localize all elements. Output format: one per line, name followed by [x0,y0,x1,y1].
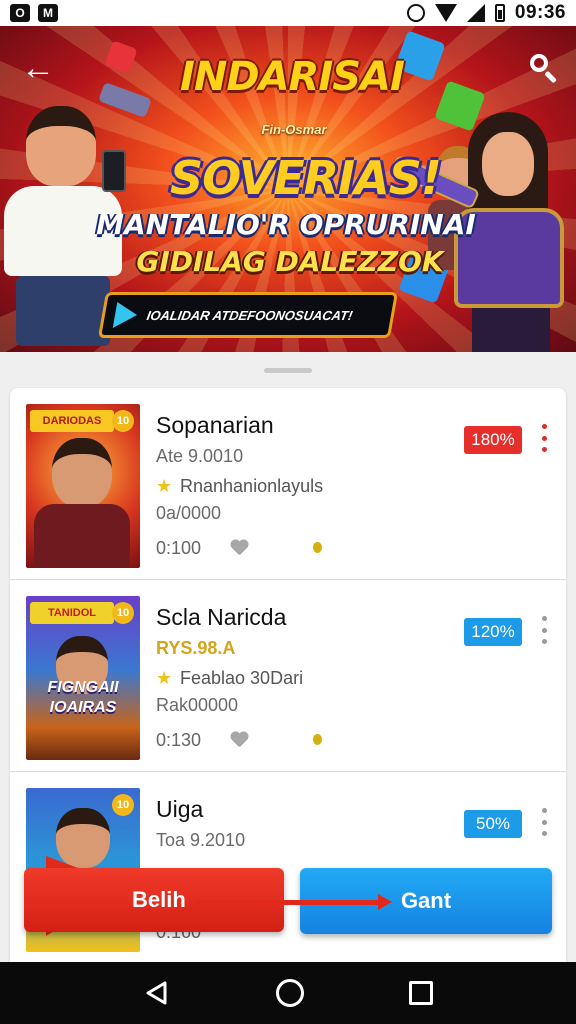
percent-badge: 50% [464,810,522,838]
banner-subheadline: GIDILAG DALEZZOK [136,245,444,278]
star-icon: ★ [156,476,173,496]
item-count: Rak00000 [156,695,239,715]
percent-badge: 120% [464,618,522,646]
thumbnail-tag: DARIODAS [30,410,114,432]
banner-cta-button[interactable]: IOALIDAR ATDEFOONOSUACAT! [97,292,399,338]
coin-icon [313,542,322,553]
thumbnail-tag: TANIDOL [30,602,114,624]
item-subtitle: Toa 9.2010 [156,830,246,850]
status-system-icons: 09:36 [406,2,566,24]
arrow-pointer [196,894,392,910]
item-title: Uiga [156,796,204,822]
heart-icon[interactable] [230,540,248,556]
game-thumbnail[interactable]: FIGNGAII IOAIRAS TANIDOL 10 [26,596,140,760]
thumbnail-badge: 10 [112,410,134,432]
coin-icon [313,734,322,745]
signal-icon [466,4,485,22]
promo-banner[interactable]: INDARISAI Fin-Osmar SOVERIAS! MANTALIO'R… [0,26,576,352]
more-options-icon[interactable] [542,616,548,644]
more-options-icon[interactable] [542,424,548,452]
item-time: 0:130 [156,730,202,750]
alarm-icon [406,4,425,22]
item-time: 0:100 [156,538,202,558]
item-subtitle: RYS.98.A [156,638,236,658]
thumbnail-badge: 10 [112,602,134,624]
heart-icon[interactable] [230,732,248,748]
nav-recents-icon[interactable] [409,981,434,1005]
back-arrow-icon[interactable]: ← [18,48,58,88]
star-icon: ★ [156,668,173,688]
thumbnail-badge: 10 [112,794,134,816]
item-rating-text: Rnanhanionlayuls [180,476,324,496]
banner-cta-label: IOALIDAR ATDEFOONOSUACAT! [145,307,354,323]
battery-icon [494,4,505,22]
list-item[interactable]: DARIODAS 10 Sopanarian Ate 9.0010 ★ Rnan… [10,388,566,580]
item-subtitle: Ate 9.0010 [156,446,244,466]
sheet-drag-handle[interactable] [264,368,312,373]
wifi-icon [434,4,457,22]
status-notifications: O M [10,4,58,22]
item-title: Sopanarian [156,412,274,438]
nav-back-icon[interactable] [143,979,171,1007]
list-item[interactable]: FIGNGAII IOAIRAS TANIDOL 10 Scla Naricda … [10,580,566,772]
google-play-icon [112,302,140,328]
status-bar: O M 09:36 [0,0,576,26]
item-rating-text: Feablao 30Dari [180,668,304,688]
notification-mail-icon: M [38,4,58,22]
nav-home-icon[interactable] [275,979,304,1007]
notification-app-icon: O [10,4,30,22]
app-screen: O M 09:36 INDARISAI Fin-Osmar SOVERIAS! … [0,0,576,1024]
thumbnail-caption: FIGNGAII IOAIRAS [47,679,119,716]
navigation-bar [0,962,576,1024]
game-thumbnail[interactable]: DARIODAS 10 [26,404,140,568]
phone-icon [102,150,126,192]
banner-title: INDARISAI [180,54,405,100]
more-options-icon[interactable] [542,808,548,836]
item-title: Scla Naricda [156,604,287,630]
percent-badge: 180% [464,426,522,454]
search-icon[interactable] [528,52,560,84]
status-time: 09:36 [514,2,566,23]
item-count: 0a/0000 [156,503,222,523]
